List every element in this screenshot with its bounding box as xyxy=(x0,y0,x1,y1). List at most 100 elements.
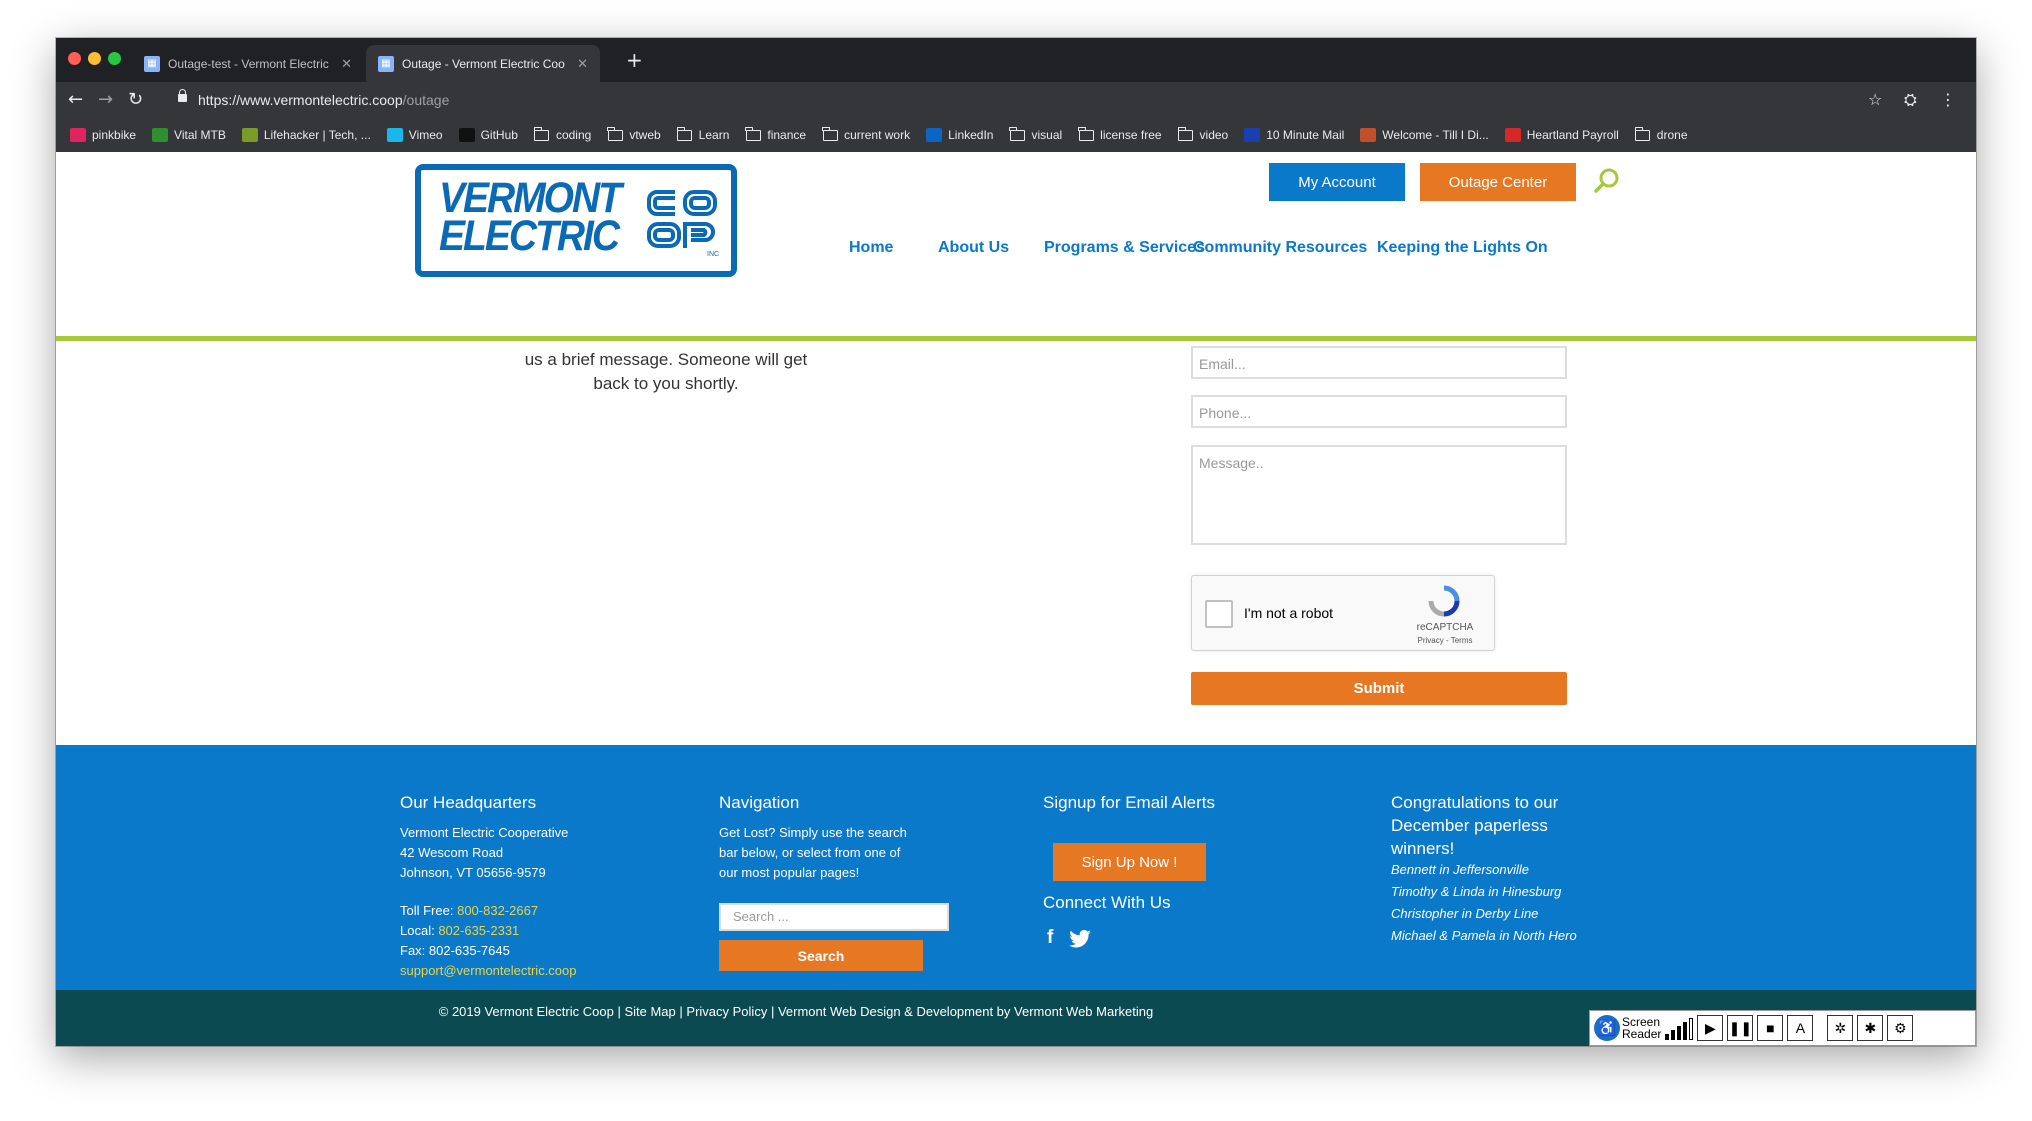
search-icon[interactable] xyxy=(1594,167,1620,193)
bookmark-item[interactable]: finance xyxy=(745,126,806,142)
outage-center-button[interactable]: Outage Center xyxy=(1420,163,1576,201)
bookmark-label: license free xyxy=(1100,128,1162,142)
bookmark-item[interactable]: Heartland Payroll xyxy=(1504,128,1619,142)
phone-field[interactable]: Phone... xyxy=(1191,395,1567,428)
facebook-icon[interactable]: f xyxy=(1047,927,1053,949)
address-bar[interactable]: https://www.vermontelectric.coop/outage xyxy=(198,92,449,108)
stop-icon[interactable]: ■ xyxy=(1757,1015,1784,1041)
bookmark-item[interactable]: video xyxy=(1177,126,1228,142)
reload-icon[interactable]: ↻ xyxy=(128,88,143,112)
bookmark-item[interactable]: current work xyxy=(822,126,910,142)
connect-heading: Connect With Us xyxy=(1043,893,1171,912)
tollfree-label: Toll Free: xyxy=(400,903,454,918)
support-email-link[interactable]: support@vermontelectric.coop xyxy=(400,961,577,981)
credit-link[interactable]: Vermont Web Design & Development by Verm… xyxy=(778,1004,1153,1019)
incognito-icon[interactable]: ⛭ xyxy=(1904,90,1917,110)
minimize-window-button[interactable] xyxy=(88,52,101,65)
highlight-icon[interactable]: ✱ xyxy=(1857,1015,1884,1041)
submit-button[interactable]: Submit xyxy=(1191,672,1567,705)
bookmark-item[interactable]: Welcome - Till I Di... xyxy=(1360,128,1489,142)
welcome-icon xyxy=(1360,128,1377,142)
volume-icon[interactable] xyxy=(1665,1016,1694,1040)
twitter-icon[interactable] xyxy=(1069,930,1091,948)
site-map-link[interactable]: Site Map xyxy=(624,1004,675,1019)
my-account-button[interactable]: My Account xyxy=(1269,163,1405,201)
hq-street: 42 Wescom Road xyxy=(400,845,504,860)
back-arrow-icon[interactable]: ← xyxy=(68,88,83,112)
header-divider xyxy=(56,336,1976,341)
folder-icon xyxy=(1634,126,1651,142)
navigation-line1: Get Lost? Simply use the search xyxy=(719,825,907,840)
nav-keeping-lights-on[interactable]: Keeping the Lights On xyxy=(1377,239,1548,257)
privacy-policy-link[interactable]: Privacy Policy xyxy=(686,1004,767,1019)
bookmark-item[interactable]: LinkedIn xyxy=(926,128,993,142)
tab-outage-test[interactable]: ▦ Outage-test - Vermont Electric ✕ xyxy=(132,45,364,82)
contrast-icon[interactable]: ✲ xyxy=(1827,1015,1854,1041)
separator: | xyxy=(770,1004,775,1019)
close-window-button[interactable] xyxy=(68,52,81,65)
folder-icon xyxy=(1009,126,1025,142)
copyright-text: © 2019 Vermont Electric Coop xyxy=(438,1004,614,1019)
bookmark-item[interactable]: Vimeo xyxy=(386,128,443,142)
reader-line2: Reader xyxy=(1622,1027,1662,1041)
svg-text:INC: INC xyxy=(707,251,719,258)
recaptcha-logo-icon xyxy=(1428,585,1460,617)
footer-search-button[interactable]: Search xyxy=(719,940,923,971)
winner-name: Timothy & Linda in Hinesburg xyxy=(1391,884,1562,899)
local-phone-link[interactable]: 802-635-2331 xyxy=(438,923,519,938)
recaptcha-brand: reCAPTCHA xyxy=(1416,622,1474,633)
close-tab-icon[interactable]: ✕ xyxy=(577,56,588,72)
nav-community-resources[interactable]: Community Resources xyxy=(1193,239,1367,257)
sign-up-now-button[interactable]: Sign Up Now ! xyxy=(1053,843,1206,881)
bookmark-item[interactable]: Lifehacker | Tech, ... xyxy=(241,128,371,142)
vital-icon xyxy=(152,128,169,142)
recaptcha-checkbox[interactable] xyxy=(1205,600,1233,628)
tollfree-link[interactable]: 800-832-2667 xyxy=(457,903,538,918)
bookmark-item[interactable]: drone xyxy=(1634,126,1688,142)
maximize-window-button[interactable] xyxy=(108,52,121,65)
contact-message: us a brief message. Someone will get bac… xyxy=(476,348,856,396)
close-tab-icon[interactable]: ✕ xyxy=(341,56,352,72)
bookmark-item[interactable]: pinkbike xyxy=(70,128,136,142)
star-bookmark-icon[interactable]: ☆ xyxy=(1868,90,1882,109)
forward-arrow-icon[interactable]: → xyxy=(98,88,113,112)
play-icon[interactable]: ▶ xyxy=(1697,1015,1724,1041)
bookmark-item[interactable]: coding xyxy=(533,126,591,142)
web-page: VERMONT ELECTRIC INC My Account Outage C… xyxy=(56,152,1976,1046)
nav-about-us[interactable]: About Us xyxy=(938,239,1009,257)
navigation-text: Get Lost? Simply use the search bar belo… xyxy=(719,823,907,883)
tab-outage[interactable]: ▦ Outage - Vermont Electric Coo ✕ xyxy=(366,45,600,82)
bookmark-item[interactable]: visual xyxy=(1009,126,1062,142)
bookmark-item[interactable]: Vital MTB xyxy=(152,128,226,142)
url-path: /outage xyxy=(402,92,450,108)
separator: | xyxy=(679,1004,683,1019)
email-field[interactable]: Email... xyxy=(1191,346,1567,379)
nav-programs-services[interactable]: Programs & Services xyxy=(1044,239,1205,257)
bookmark-item[interactable]: license free xyxy=(1078,126,1162,142)
folder-icon xyxy=(1078,126,1094,142)
new-tab-icon[interactable]: + xyxy=(626,50,643,70)
recaptcha-terms-link[interactable]: Privacy - Terms xyxy=(1410,636,1480,645)
separator: | xyxy=(617,1004,621,1019)
message-field[interactable]: Message.. xyxy=(1191,445,1567,545)
bookmark-label: drone xyxy=(1656,128,1688,142)
menu-dots-icon[interactable]: ⋮ xyxy=(1940,90,1956,109)
nav-home[interactable]: Home xyxy=(849,239,893,257)
accessibility-icon[interactable]: ♿ xyxy=(1594,1015,1620,1041)
bookmark-item[interactable]: vtweb xyxy=(607,126,661,142)
footer-search-input[interactable]: Search ... xyxy=(719,903,949,931)
bookmark-item[interactable]: Learn xyxy=(676,126,729,142)
bookmark-item[interactable]: 10 Minute Mail xyxy=(1244,128,1344,142)
lifehacker-icon xyxy=(241,128,258,142)
bookmark-label: vtweb xyxy=(629,128,661,142)
bookmarks-bar: pinkbike Vital MTB Lifehacker | Tech, ... V… xyxy=(56,118,1976,152)
settings-icon[interactable]: ⚙ xyxy=(1887,1015,1914,1041)
text-size-icon[interactable]: A xyxy=(1787,1015,1814,1041)
vec-logo[interactable]: VERMONT ELECTRIC INC xyxy=(415,164,737,277)
signup-heading: Signup for Email Alerts xyxy=(1043,793,1215,812)
folder-icon xyxy=(533,126,550,142)
pause-icon[interactable]: ❚❚ xyxy=(1727,1015,1754,1041)
bookmark-label: LinkedIn xyxy=(948,128,994,142)
bookmark-item[interactable]: GitHub xyxy=(458,128,518,142)
hq-name: Vermont Electric Cooperative xyxy=(400,825,569,840)
